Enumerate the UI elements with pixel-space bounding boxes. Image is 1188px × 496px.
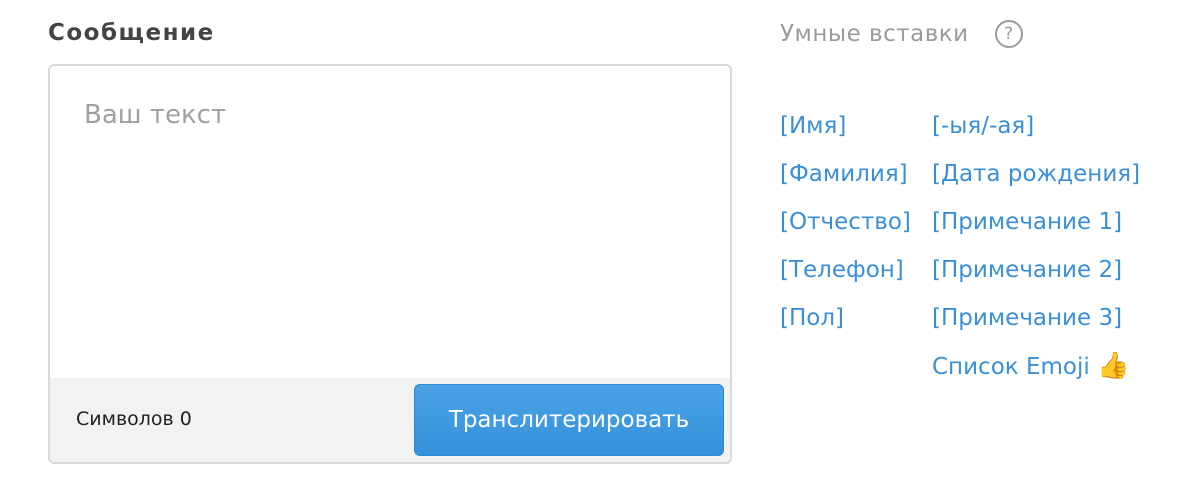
smart-inserts-title: Умные вставки [780, 21, 969, 47]
smart-inserts-header: Умные вставки ? [780, 20, 1023, 48]
page: Сообщение Символов0 Транслитерировать Ум… [0, 0, 1188, 496]
help-icon[interactable]: ? [994, 20, 1023, 48]
character-counter-label: Символов [76, 408, 174, 430]
emoji-list-label: Список Emoji [932, 354, 1090, 380]
message-title: Сообщение [48, 20, 215, 46]
message-textarea[interactable] [50, 66, 730, 378]
character-counter: Символов 0 [76, 408, 192, 430]
message-editor: Символов0 Транслитерировать [48, 64, 732, 464]
insert-link-note-3[interactable]: [Примечание 3] [932, 300, 1140, 348]
insert-link-last-name[interactable]: [Фамилия] [780, 156, 911, 204]
insert-link-phone[interactable]: [Телефон] [780, 252, 911, 300]
insert-link-note-2[interactable]: [Примечание 2] [932, 252, 1140, 300]
insert-link-gender-ending[interactable]: [-ыя/-ая] [932, 108, 1140, 156]
insert-link-note-1[interactable]: [Примечание 1] [932, 204, 1140, 252]
insert-link-gender[interactable]: [Пол] [780, 300, 911, 348]
emoji-list-link[interactable]: Список Emoji 👍 [932, 348, 1140, 396]
thumbs-up-icon: 👍 [1097, 351, 1130, 381]
transliterate-button[interactable]: Транслитерировать [414, 384, 724, 456]
editor-footer: Символов 0 Транслитерировать [50, 378, 730, 462]
smart-inserts-right-column: [-ыя/-ая] [Дата рождения] [Примечание 1]… [932, 108, 1140, 396]
insert-link-patronymic[interactable]: [Отчество] [780, 204, 911, 252]
insert-link-first-name[interactable]: [Имя] [780, 108, 911, 156]
smart-inserts-left-column: [Имя] [Фамилия] [Отчество] [Телефон] [По… [780, 108, 911, 348]
insert-link-birth-date[interactable]: [Дата рождения] [932, 156, 1140, 204]
character-counter-value: 0 [179, 408, 192, 430]
